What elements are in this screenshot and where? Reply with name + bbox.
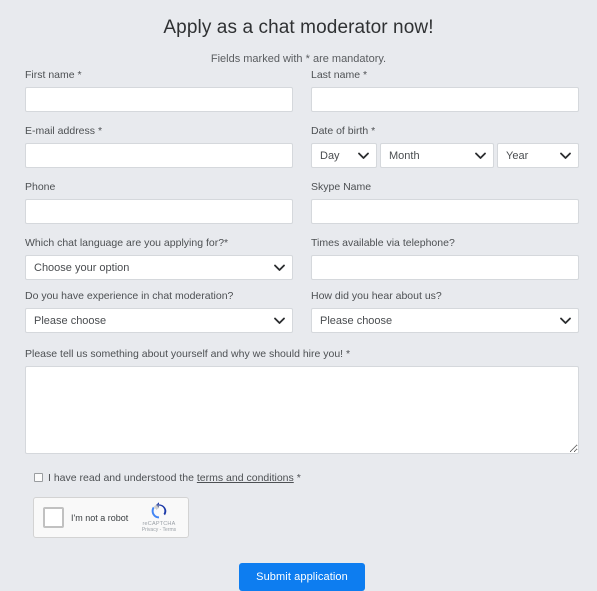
about-you-textarea[interactable] bbox=[25, 366, 579, 454]
hear-about-us-select[interactable]: Please choose bbox=[311, 308, 579, 333]
terms-text-before: I have read and understood the bbox=[48, 472, 194, 484]
mandatory-fields-note: Fields marked with * are mandatory. bbox=[210, 53, 387, 65]
hear-about-us-label: How did you hear about us? bbox=[311, 290, 442, 302]
chat-language-select[interactable]: Choose your option bbox=[25, 255, 293, 280]
terms-and-conditions-link[interactable]: terms and conditions bbox=[197, 472, 294, 484]
field-group-first-name: First name * bbox=[25, 68, 293, 112]
last-name-input[interactable] bbox=[311, 87, 579, 112]
terms-and-conditions-row: I have read and understood the terms and… bbox=[25, 471, 579, 485]
dob-year-select[interactable]: Year bbox=[497, 143, 579, 168]
phone-input[interactable] bbox=[25, 199, 293, 224]
form-row-names: First name * Last name * bbox=[25, 68, 579, 112]
recaptcha-logo-icon bbox=[151, 502, 167, 519]
times-available-label: Times available via telephone? bbox=[311, 237, 455, 249]
application-form: First name * Last name * E-mail address … bbox=[25, 68, 579, 591]
chat-language-wrapper: Choose your option bbox=[25, 255, 293, 280]
about-you-label: Please tell us something about yourself … bbox=[25, 348, 351, 360]
chat-language-label: Which chat language are you applying for… bbox=[25, 237, 229, 249]
form-row-about-you: Please tell us something about yourself … bbox=[25, 347, 579, 459]
recaptcha-widget[interactable]: I'm not a robot reCAPTCHA Privacy - Term… bbox=[33, 497, 189, 538]
times-available-input[interactable] bbox=[311, 255, 579, 280]
field-group-about-you: Please tell us something about yourself … bbox=[25, 347, 579, 459]
dob-day-select[interactable]: Day bbox=[311, 143, 377, 168]
field-group-phone: Phone bbox=[25, 180, 293, 224]
field-group-hear-about-us: How did you hear about us? Please choose bbox=[311, 289, 579, 333]
terms-required-star: * bbox=[296, 472, 301, 484]
skype-input[interactable] bbox=[311, 199, 579, 224]
field-group-last-name: Last name * bbox=[311, 68, 579, 112]
phone-label: Phone bbox=[25, 181, 56, 193]
field-group-skype: Skype Name bbox=[311, 180, 579, 224]
recaptcha-checkbox[interactable] bbox=[43, 507, 64, 528]
date-of-birth-selects: Day Month Year bbox=[311, 143, 579, 168]
dob-month-wrapper: Month bbox=[380, 143, 494, 168]
form-row-experience-source: Do you have experience in chat moderatio… bbox=[25, 289, 579, 333]
last-name-label: Last name * bbox=[311, 69, 368, 81]
field-group-times-available: Times available via telephone? bbox=[311, 236, 579, 280]
dob-day-wrapper: Day bbox=[311, 143, 377, 168]
field-group-date-of-birth: Date of birth * Day Month Year bbox=[311, 124, 579, 168]
dob-year-wrapper: Year bbox=[497, 143, 579, 168]
skype-label: Skype Name bbox=[311, 181, 372, 193]
field-group-chat-language: Which chat language are you applying for… bbox=[25, 236, 293, 280]
date-of-birth-label: Date of birth * bbox=[311, 125, 376, 137]
form-row-language-times: Which chat language are you applying for… bbox=[25, 236, 579, 280]
email-input[interactable] bbox=[25, 143, 293, 168]
experience-select[interactable]: Please choose bbox=[25, 308, 293, 333]
field-group-experience: Do you have experience in chat moderatio… bbox=[25, 289, 293, 333]
dob-month-select[interactable]: Month bbox=[380, 143, 494, 168]
email-label: E-mail address * bbox=[25, 125, 103, 137]
terms-checkbox[interactable] bbox=[34, 472, 43, 482]
hear-about-us-wrapper: Please choose bbox=[311, 308, 579, 333]
page-title: Apply as a chat moderator now! bbox=[163, 17, 434, 38]
field-group-email: E-mail address * bbox=[25, 124, 293, 168]
first-name-label: First name * bbox=[25, 69, 82, 81]
application-form-page: Apply as a chat moderator now! Fields ma… bbox=[0, 0, 597, 591]
experience-label: Do you have experience in chat moderatio… bbox=[25, 290, 234, 302]
recaptcha-legal-text: Privacy - Terms bbox=[141, 527, 177, 533]
submit-row: Submit application bbox=[25, 563, 579, 591]
experience-wrapper: Please choose bbox=[25, 308, 293, 333]
recaptcha-label: I'm not a robot bbox=[71, 512, 129, 523]
recaptcha-branding: reCAPTCHA Privacy - Terms bbox=[138, 502, 180, 533]
form-row-email-dob: E-mail address * Date of birth * Day Mon… bbox=[25, 124, 579, 168]
submit-application-button[interactable]: Submit application bbox=[239, 563, 365, 591]
form-row-phone-skype: Phone Skype Name bbox=[25, 180, 579, 224]
first-name-input[interactable] bbox=[25, 87, 293, 112]
